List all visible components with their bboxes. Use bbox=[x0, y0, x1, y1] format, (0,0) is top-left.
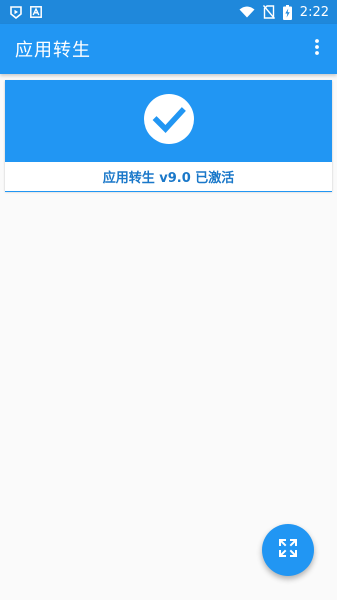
app-bar: 应用转生 bbox=[0, 24, 337, 74]
more-vert-icon bbox=[315, 39, 319, 59]
activation-status-card[interactable]: 应用转生 v9.0 已激活 bbox=[5, 80, 332, 192]
status-card-footer: 应用转生 v9.0 已激活 bbox=[5, 162, 332, 192]
battery-charging-icon bbox=[282, 4, 292, 20]
status-card-header bbox=[5, 80, 332, 162]
overflow-menu-button[interactable] bbox=[307, 34, 327, 64]
wifi-icon bbox=[239, 6, 255, 18]
fullscreen-expand-icon bbox=[278, 538, 298, 562]
notification-a-icon bbox=[30, 6, 42, 18]
fullscreen-fab-button[interactable] bbox=[262, 524, 314, 576]
status-bar: 2:22 bbox=[0, 0, 337, 24]
no-sim-icon bbox=[262, 5, 275, 19]
activation-status-text: 应用转生 v9.0 已激活 bbox=[102, 171, 235, 186]
check-circle-icon bbox=[143, 93, 195, 149]
app-title: 应用转生 bbox=[15, 40, 91, 61]
status-time: 2:22 bbox=[299, 4, 329, 20]
play-protect-icon bbox=[10, 5, 22, 19]
